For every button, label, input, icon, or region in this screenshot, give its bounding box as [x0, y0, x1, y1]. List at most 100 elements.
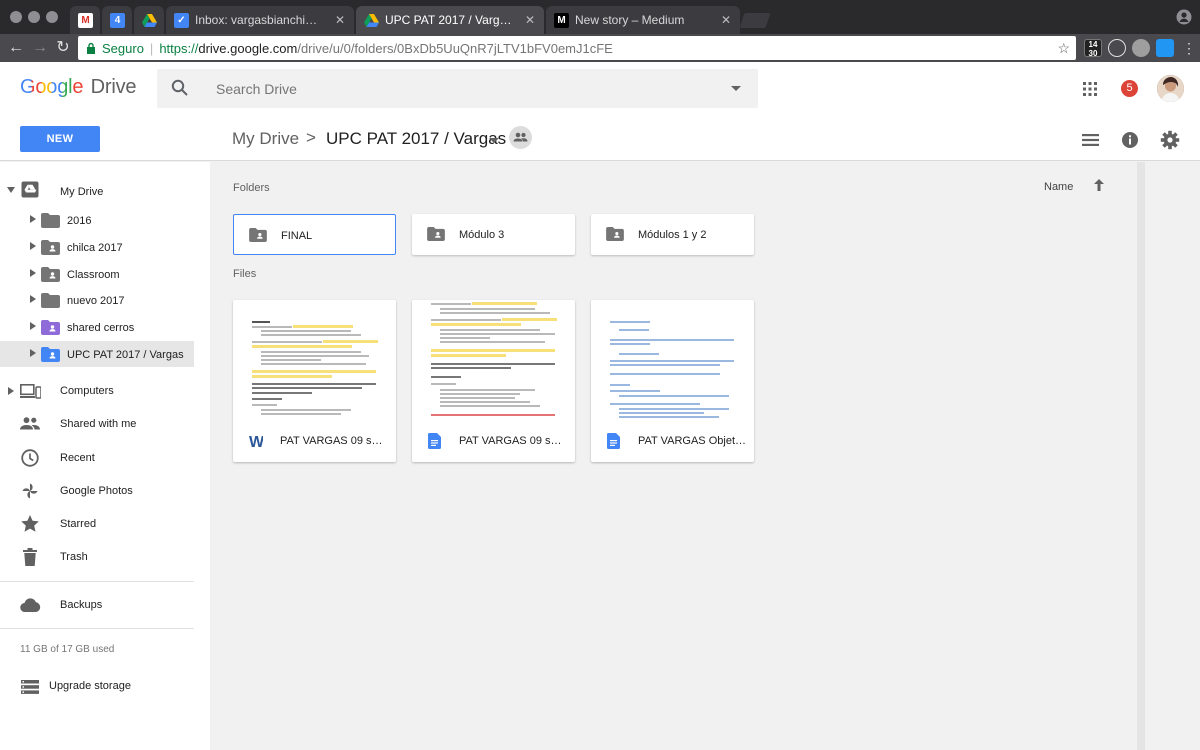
sidebar-item-label: Recent	[60, 452, 95, 464]
sidebar-folder-shared-cerros[interactable]: shared cerros	[0, 314, 194, 340]
folder-card-modulo-3[interactable]: Módulo 3	[412, 214, 575, 255]
sidebar-item-label: Starred	[60, 518, 97, 530]
medium-icon: M	[554, 12, 569, 28]
sidebar-item-label: Computers	[60, 385, 114, 397]
expand-chevron-icon[interactable]	[30, 215, 36, 223]
tab-drive-pinned[interactable]	[134, 6, 164, 34]
folders-section-heading: Folders	[233, 182, 270, 194]
expand-chevron-icon[interactable]	[30, 349, 36, 357]
breadcrumb-current-folder[interactable]: UPC PAT 2017 / Vargas	[326, 129, 506, 149]
calendar-icon: 4	[110, 12, 125, 28]
shared-folder-icon	[606, 227, 624, 241]
file-name: PAT VARGAS Objeti...	[638, 435, 746, 447]
sidebar-item-label: Shared with me	[60, 418, 137, 430]
search-box[interactable]: Search Drive	[157, 69, 758, 108]
sidebar-folder-upc-pat-2017-vargas[interactable]: UPC PAT 2017 / Vargas	[0, 341, 194, 367]
sidebar-folder-classroom[interactable]: Classroom	[0, 261, 194, 287]
gmail-icon: M	[78, 12, 93, 28]
collapse-chevron-icon[interactable]	[7, 187, 15, 193]
tab-inbox[interactable]: ✓ Inbox: vargasbianchi@gmail.com ✕	[166, 6, 354, 34]
sidebar-item-computers[interactable]: Computers	[0, 375, 194, 408]
list-view-icon[interactable]	[1082, 134, 1099, 146]
back-icon[interactable]: ←	[6, 38, 26, 58]
profile-icon[interactable]	[1176, 9, 1192, 25]
drive-icon	[364, 13, 379, 28]
sidebar-item-starred[interactable]: Starred	[0, 508, 194, 541]
sidebar-folder-nuevo-2017[interactable]: nuevo 2017	[0, 287, 194, 313]
close-tab-icon[interactable]: ✕	[334, 13, 346, 27]
inbox-icon: ✓	[174, 12, 189, 28]
sort-by-name[interactable]: Name	[1044, 181, 1073, 193]
document-thumbnail	[412, 300, 575, 419]
folder-menu-chevron-icon[interactable]	[489, 138, 499, 143]
sidebar-item-shared-with-me[interactable]: Shared with me	[0, 408, 194, 441]
upgrade-storage-link[interactable]: Upgrade storage	[0, 670, 194, 703]
file-card[interactable]: W PAT VARGAS 09 set...	[233, 300, 396, 462]
sync-extension-icon[interactable]	[1108, 39, 1126, 57]
drive-icon	[142, 13, 157, 28]
sidebar-folder-chilca-2017[interactable]: chilca 2017	[0, 234, 194, 260]
sidebar-item-label: Backups	[60, 599, 103, 611]
tab-drive-active[interactable]: UPC PAT 2017 / Vargas - Google Drive ✕	[356, 6, 544, 34]
search-options-chevron-icon[interactable]	[731, 86, 741, 91]
tab-title: UPC PAT 2017 / Vargas - Google Drive	[385, 13, 518, 27]
file-card[interactable]: PAT VARGAS Objeti...	[591, 300, 754, 462]
sidebar-folder-label: UPC PAT 2017 / Vargas	[67, 349, 184, 361]
document-thumbnail	[233, 300, 396, 419]
computers-icon	[20, 384, 41, 399]
tab-gmail[interactable]: M	[70, 6, 100, 34]
address-bar[interactable]: Seguro | https:// drive.google.com /driv…	[78, 36, 1076, 60]
sidebar-item-backups[interactable]: Backups	[0, 589, 194, 622]
search-icon[interactable]	[171, 79, 189, 97]
maximize-window-icon[interactable]	[46, 11, 58, 23]
tab-calendar[interactable]: 4	[102, 6, 132, 34]
google-drive-logo[interactable]: Google Drive	[20, 76, 137, 99]
calendar-extension-icon[interactable]: 14 30	[1084, 39, 1102, 58]
new-button[interactable]: NEW	[20, 126, 100, 152]
close-window-icon[interactable]	[10, 11, 22, 23]
sidebar-divider	[0, 581, 194, 582]
bookmark-star-icon[interactable]: ☆	[1057, 40, 1070, 57]
forward-icon[interactable]: →	[30, 38, 50, 58]
sidebar-item-recent[interactable]: Recent	[0, 442, 194, 475]
breadcrumb-my-drive[interactable]: My Drive	[232, 129, 299, 149]
expand-chevron-icon[interactable]	[8, 387, 14, 395]
expand-chevron-icon[interactable]	[30, 295, 36, 303]
apps-grid-icon[interactable]	[1083, 82, 1097, 96]
folder-card-final[interactable]: FINAL	[233, 214, 396, 255]
minimize-window-icon[interactable]	[28, 11, 40, 23]
document-thumbnail	[591, 300, 754, 419]
gear-icon[interactable]	[1160, 130, 1180, 150]
folder-card-modulos-1-y-2[interactable]: Módulos 1 y 2	[591, 214, 754, 255]
url-protocol: https://	[159, 40, 199, 56]
sidebar-item-google-photos[interactable]: Google Photos	[0, 475, 194, 508]
sort-ascending-arrow-icon[interactable]	[1094, 179, 1104, 191]
reload-icon[interactable]: ↻	[53, 38, 73, 58]
info-icon[interactable]	[1121, 131, 1139, 149]
expand-chevron-icon[interactable]	[30, 242, 36, 250]
sidebar-item-my-drive[interactable]: My Drive	[0, 175, 194, 208]
details-panel-edge	[1137, 162, 1200, 750]
svg-text:W: W	[249, 434, 263, 449]
notifications-badge[interactable]: 5	[1121, 80, 1138, 97]
new-tab-button[interactable]	[739, 13, 771, 28]
file-card[interactable]: PAT VARGAS 09 set...	[412, 300, 575, 462]
avatar[interactable]	[1157, 75, 1184, 102]
close-tab-icon[interactable]: ✕	[720, 13, 732, 27]
expand-chevron-icon[interactable]	[30, 269, 36, 277]
folder-name: FINAL	[281, 230, 313, 242]
shared-people-icon[interactable]	[509, 126, 532, 149]
sidebar-folder-label: nuevo 2017	[67, 295, 125, 307]
expand-chevron-icon[interactable]	[30, 322, 36, 330]
file-browser: Folders Name FINAL Módulo 3 Módulos 1 y …	[210, 162, 1137, 750]
url-path: /drive/u/0/folders/0BxDb5UuQnR7jLTV1bFV0…	[297, 40, 613, 56]
menu-icon[interactable]: ⋮	[1180, 39, 1198, 57]
buffer-extension-icon[interactable]	[1156, 39, 1174, 57]
search-placeholder: Search Drive	[216, 81, 297, 97]
sidebar-folder-2016[interactable]: 2016	[0, 207, 194, 233]
file-name: PAT VARGAS 09 set...	[280, 435, 388, 447]
evernote-extension-icon[interactable]	[1132, 39, 1150, 57]
sidebar-item-trash[interactable]: Trash	[0, 541, 194, 574]
tab-medium[interactable]: M New story – Medium ✕	[546, 6, 740, 34]
close-tab-icon[interactable]: ✕	[524, 13, 536, 27]
